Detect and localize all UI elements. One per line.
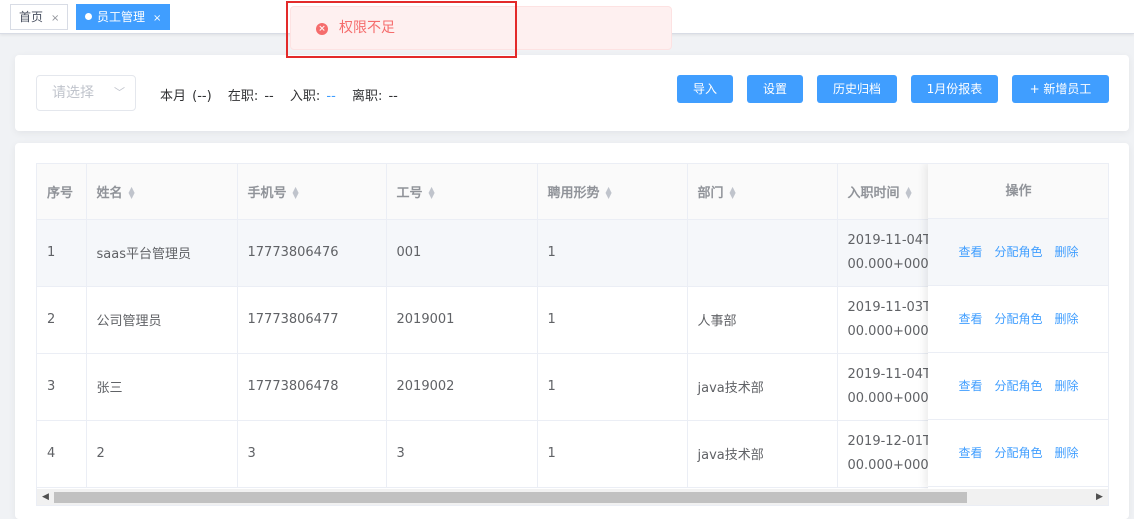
- view-link[interactable]: 查看: [958, 312, 982, 326]
- on-job-label: 在职:: [227, 89, 259, 104]
- cell-employment-form: 1: [537, 286, 688, 354]
- header-department[interactable]: 部门 ▲ ▼: [687, 164, 838, 220]
- add-employee-button[interactable]: + 新增员工: [1012, 75, 1109, 103]
- assign-role-link[interactable]: 分配角色: [994, 446, 1042, 460]
- header-work-number[interactable]: 工号 ▲ ▼: [386, 164, 538, 220]
- sort-icon[interactable]: ▲ ▼: [429, 186, 435, 200]
- cell-index: 4: [37, 420, 87, 488]
- actions-row: 查看 分配角色 删除: [928, 353, 1108, 420]
- cell-department: java技术部: [687, 420, 838, 488]
- cell-work-number: 001: [386, 219, 538, 287]
- scroll-right-icon[interactable]: ▶: [1091, 489, 1108, 505]
- cell-name: 张三: [86, 353, 238, 421]
- cell-work-number: 2019002: [386, 353, 538, 421]
- tag-label: 首页: [19, 10, 44, 24]
- settings-button[interactable]: 设置: [747, 75, 803, 103]
- header-phone[interactable]: 手机号 ▲ ▼: [237, 164, 387, 220]
- delete-link[interactable]: 删除: [1055, 245, 1079, 259]
- actions-row: 查看 分配角色 删除: [928, 219, 1108, 286]
- chevron-down-icon: ﹀: [114, 86, 125, 99]
- select-placeholder: 请选择: [52, 85, 94, 101]
- close-icon[interactable]: ×: [51, 13, 59, 24]
- table-row[interactable]: 2 公司管理员 17773806477 2019001 1 人事部 2019-1…: [37, 286, 958, 354]
- assign-role-link[interactable]: 分配角色: [994, 245, 1042, 259]
- error-message-toast: × 权限不足: [290, 6, 672, 50]
- cell-name: 公司管理员: [86, 286, 238, 354]
- header-actions: 操作: [928, 164, 1108, 219]
- on-job-value: --: [264, 89, 274, 104]
- header-employment-form[interactable]: 聘用形势 ▲ ▼: [537, 164, 688, 220]
- cell-index: 1: [37, 219, 87, 287]
- employee-stats: 本月 (--) 在职: -- 入职: -- 离职: --: [160, 85, 410, 104]
- delete-link[interactable]: 删除: [1055, 446, 1079, 460]
- sort-icon[interactable]: ▲ ▼: [730, 186, 736, 200]
- active-dot-icon: [85, 13, 92, 20]
- leave-value: --: [388, 89, 398, 104]
- department-select[interactable]: 请选择 ﹀: [36, 75, 136, 111]
- import-button[interactable]: 导入: [677, 75, 733, 103]
- cell-department: 人事部: [687, 286, 838, 354]
- join-value: --: [326, 89, 336, 104]
- employee-table: 序号 姓名 ▲ ▼ 手机号 ▲ ▼ 工号 ▲ ▼ 聘用形势 ▲ ▼ 部门 ▲ ▼ 入职时间 ▲ ▼ 1 …: [36, 163, 1109, 506]
- actions-row: 查看 分配角色 删除: [928, 286, 1108, 353]
- cell-phone: 17773806478: [237, 353, 387, 421]
- error-message-text: 权限不足: [339, 20, 395, 36]
- header-name[interactable]: 姓名 ▲ ▼: [86, 164, 238, 220]
- sort-icon[interactable]: ▲ ▼: [606, 186, 612, 200]
- scrollbar-thumb[interactable]: [54, 492, 967, 503]
- cell-name: 2: [86, 420, 238, 488]
- month-label: 本月: [160, 89, 187, 104]
- tag-employee-management[interactable]: 员工管理 ×: [76, 4, 171, 30]
- error-circle-icon: ×: [316, 23, 328, 35]
- delete-link[interactable]: 删除: [1055, 379, 1079, 393]
- cell-department: [687, 219, 838, 287]
- cell-index: 3: [37, 353, 87, 421]
- join-label: 入职:: [289, 89, 321, 104]
- view-link[interactable]: 查看: [958, 379, 982, 393]
- cell-phone: 3: [237, 420, 387, 488]
- close-icon[interactable]: ×: [153, 13, 161, 24]
- view-link[interactable]: 查看: [958, 446, 982, 460]
- leave-label: 离职:: [351, 89, 383, 104]
- filter-card: 请选择 ﹀ 本月 (--) 在职: -- 入职: -- 离职: -- 导入 设置…: [15, 55, 1129, 131]
- sort-icon[interactable]: ▲ ▼: [906, 186, 912, 200]
- fixed-actions-column: 操作 查看 分配角色 删除 查看 分配角色 删除 查看 分配角色 删除 查看 分配角色 删除: [928, 164, 1108, 489]
- view-link[interactable]: 查看: [958, 245, 982, 259]
- month-value: (--): [192, 89, 212, 104]
- cell-employment-form: 1: [537, 353, 688, 421]
- cell-employment-form: 1: [537, 219, 688, 287]
- tag-label: 员工管理: [97, 10, 146, 24]
- cell-name: saas平台管理员: [86, 219, 238, 287]
- cell-index: 2: [37, 286, 87, 354]
- actions-row: 查看 分配角色 删除: [928, 420, 1108, 487]
- table-row[interactable]: 1 saas平台管理员 17773806476 001 1 2019-11-04…: [37, 219, 958, 287]
- sort-icon[interactable]: ▲ ▼: [129, 186, 135, 200]
- cell-department: java技术部: [687, 353, 838, 421]
- cell-work-number: 3: [386, 420, 538, 488]
- assign-role-link[interactable]: 分配角色: [994, 312, 1042, 326]
- header-index: 序号: [37, 164, 87, 220]
- tag-home[interactable]: 首页 ×: [10, 4, 69, 30]
- cell-employment-form: 1: [537, 420, 688, 488]
- monthly-report-button[interactable]: 1月份报表: [911, 75, 998, 103]
- assign-role-link[interactable]: 分配角色: [994, 379, 1042, 393]
- scroll-left-icon[interactable]: ◀: [37, 489, 54, 505]
- history-archive-button[interactable]: 历史归档: [817, 75, 897, 103]
- sort-icon[interactable]: ▲ ▼: [293, 186, 299, 200]
- horizontal-scrollbar[interactable]: ◀ ▶: [37, 489, 1108, 505]
- cell-work-number: 2019001: [386, 286, 538, 354]
- table-card: 序号 姓名 ▲ ▼ 手机号 ▲ ▼ 工号 ▲ ▼ 聘用形势 ▲ ▼ 部门 ▲ ▼ 入职时间 ▲ ▼ 1 …: [15, 143, 1129, 519]
- cell-phone: 17773806476: [237, 219, 387, 287]
- cell-phone: 17773806477: [237, 286, 387, 354]
- table-row[interactable]: 3 张三 17773806478 2019002 1 java技术部 2019-…: [37, 353, 958, 421]
- delete-link[interactable]: 删除: [1055, 312, 1079, 326]
- table-row[interactable]: 4 2 3 3 1 java技术部 2019-12-01T 00.000+0000: [37, 420, 958, 488]
